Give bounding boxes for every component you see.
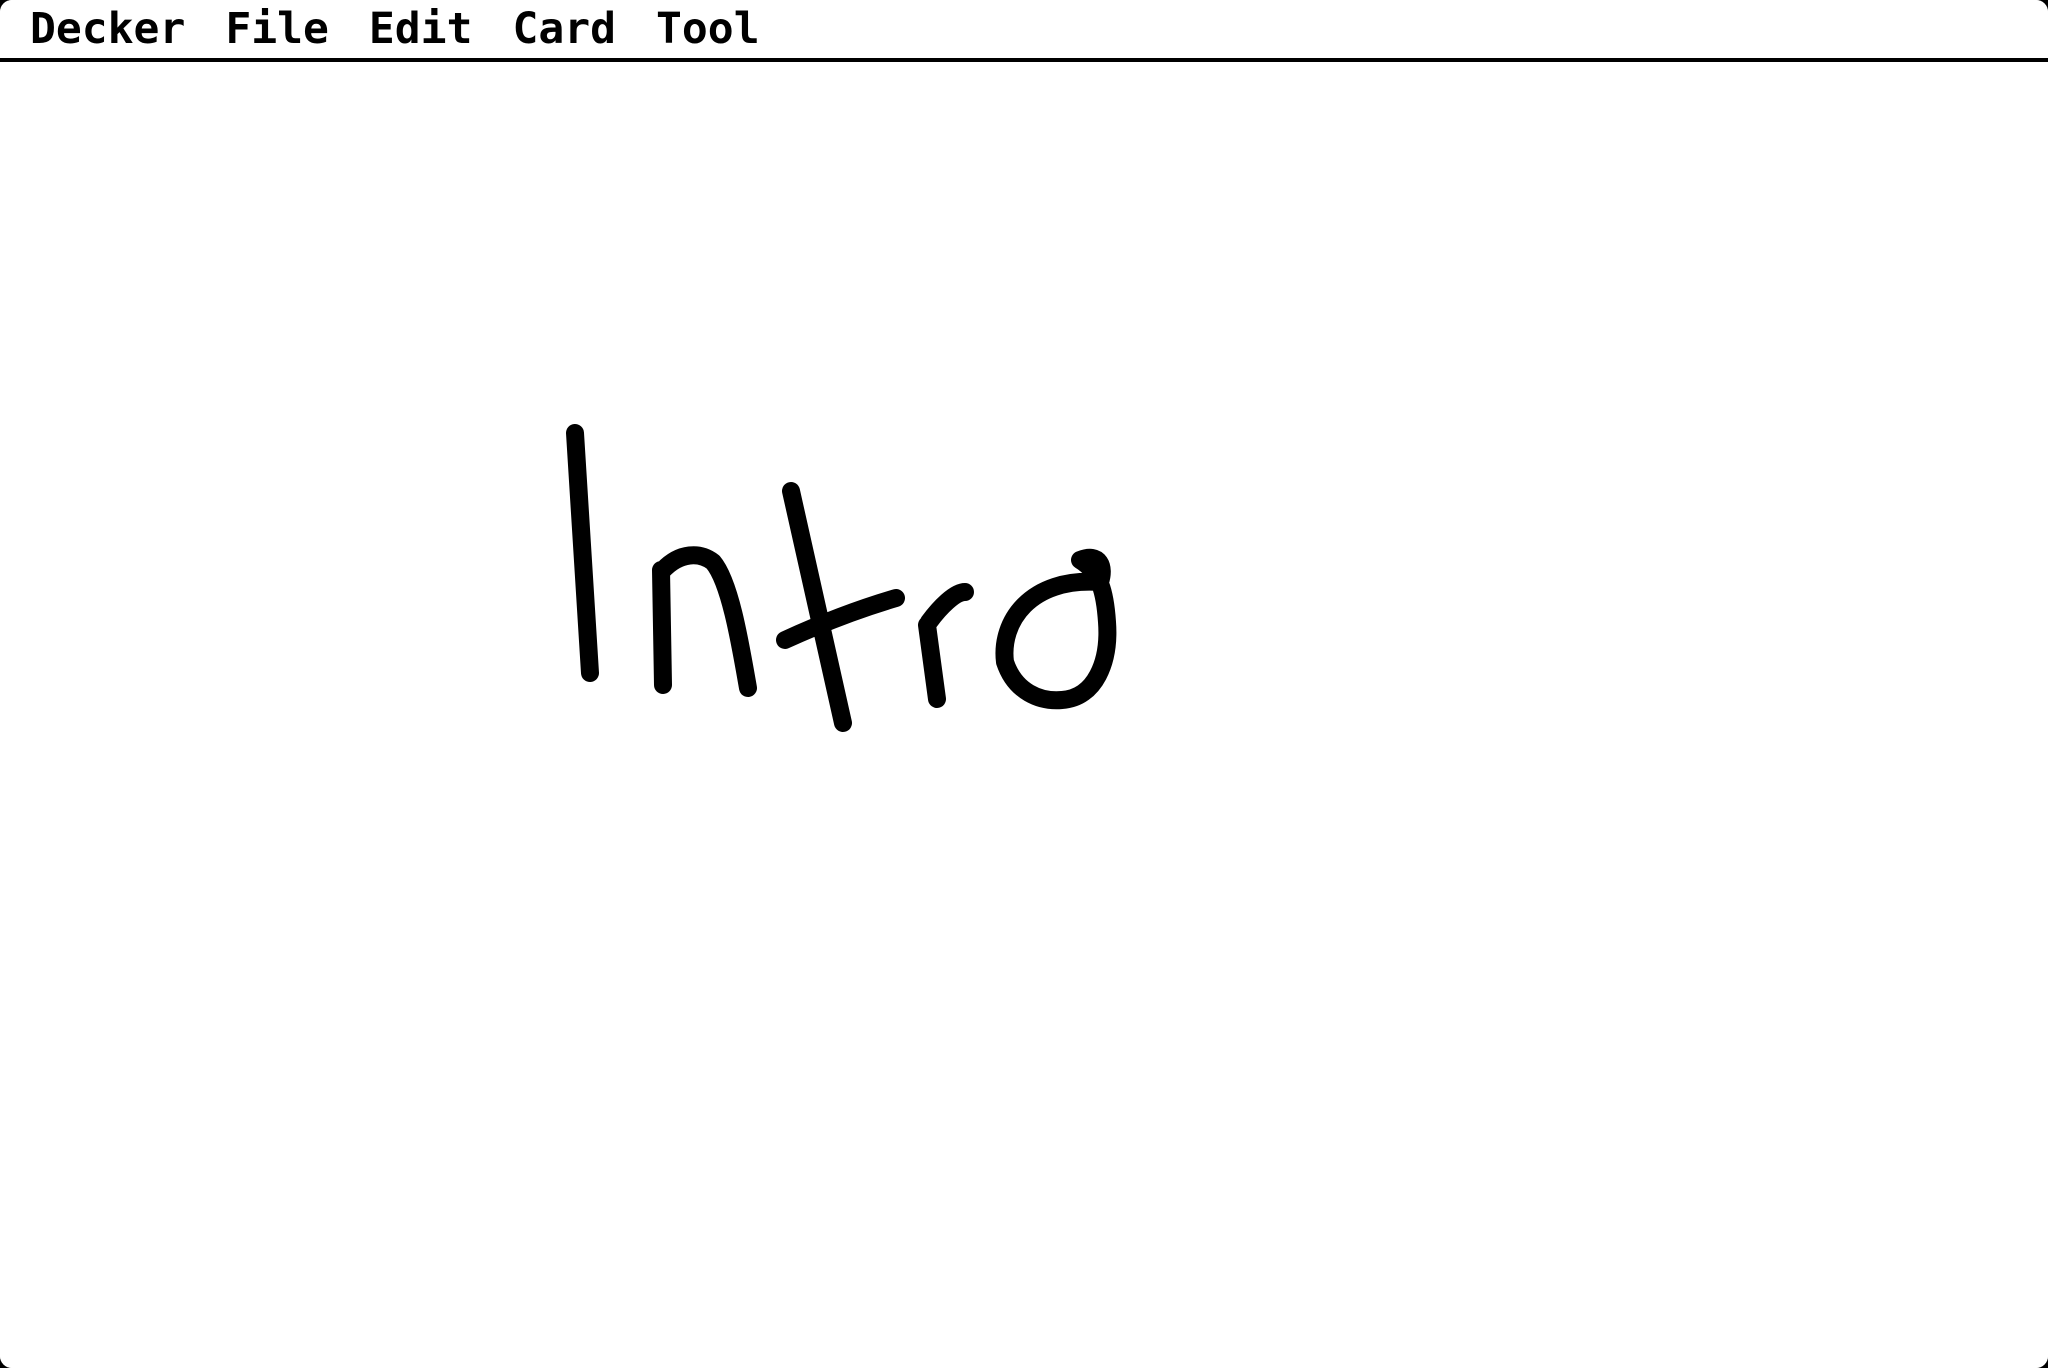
stroke-letter-n <box>652 546 757 697</box>
menu-card[interactable]: Card <box>512 7 616 51</box>
menu-bar: Decker File Edit Card Tool <box>0 0 2048 62</box>
stroke-letter-o <box>995 548 1117 710</box>
stroke-letter-t <box>776 482 905 732</box>
decker-window: Decker File Edit Card Tool <box>0 0 2048 1368</box>
menu-file[interactable]: File <box>225 7 329 51</box>
stroke-letter-i <box>566 424 599 682</box>
handwritten-intro-drawing <box>566 424 1117 732</box>
menu-tool[interactable]: Tool <box>656 7 760 51</box>
stroke-letter-r <box>918 583 974 708</box>
card-canvas[interactable] <box>0 62 2048 1368</box>
menu-edit[interactable]: Edit <box>369 7 473 51</box>
menu-decker[interactable]: Decker <box>30 7 185 51</box>
